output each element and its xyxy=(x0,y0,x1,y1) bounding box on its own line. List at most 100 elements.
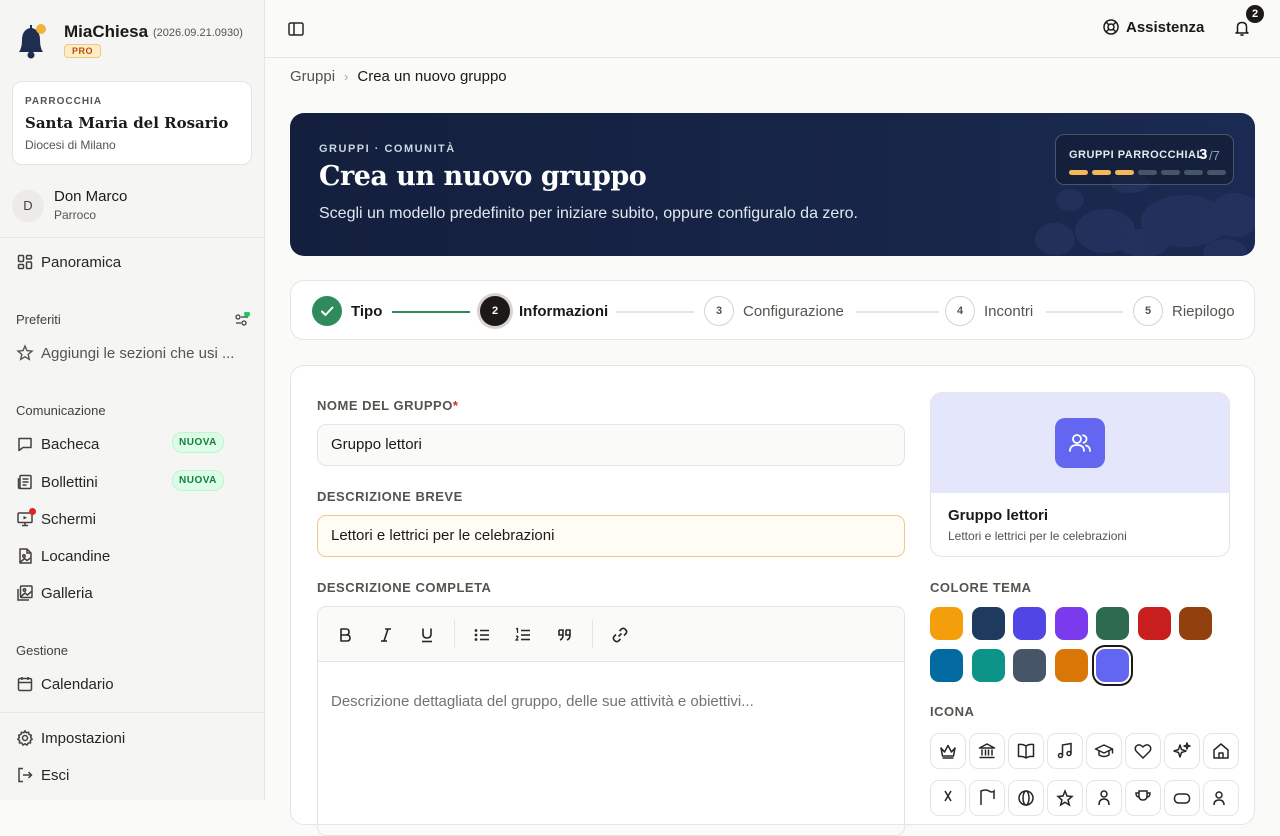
step-connector xyxy=(392,311,470,313)
sidebar-item-calendario[interactable]: Calendario xyxy=(16,672,252,696)
help-label: Assistenza xyxy=(1126,18,1205,36)
wizard-stepper: Tipo 2 Informazioni 3 Configurazione 4 I… xyxy=(290,280,1255,340)
color-swatch[interactable] xyxy=(1096,607,1129,640)
numbered-list-icon[interactable] xyxy=(513,625,533,645)
sidebar-item-label: Panoramica xyxy=(41,253,122,271)
step-label: Incontri xyxy=(984,302,1034,320)
link-icon[interactable] xyxy=(610,625,630,645)
step-informazioni[interactable]: 2 Informazioni xyxy=(480,296,608,326)
hero-kicker: GRUPPI · COMUNITÀ xyxy=(319,143,456,155)
sparkles-icon[interactable] xyxy=(1164,733,1200,769)
rich-text-editor: Descrizione dettagliata del gruppo, dell… xyxy=(317,606,905,836)
sidebar-item-label: Impostazioni xyxy=(41,729,126,747)
quota-segment-used xyxy=(1069,170,1088,175)
color-swatch[interactable] xyxy=(971,607,1005,640)
globe-icon[interactable] xyxy=(1008,780,1044,816)
color-swatch[interactable] xyxy=(1137,607,1171,640)
trophy-icon[interactable] xyxy=(1125,780,1161,816)
bullet-list-icon[interactable] xyxy=(472,625,492,645)
check-icon xyxy=(312,296,342,326)
user-profile[interactable]: D Don Marco Parroco xyxy=(12,186,252,226)
quota-segment-used xyxy=(1115,170,1134,175)
app-version: (2026.09.21.0930) xyxy=(153,27,243,39)
color-swatch[interactable] xyxy=(1054,649,1088,682)
file-image-icon xyxy=(16,547,34,565)
italic-icon[interactable] xyxy=(376,625,396,645)
color-swatch[interactable] xyxy=(930,649,963,682)
breadcrumb-parent[interactable]: Gruppi xyxy=(290,68,335,85)
lifebuoy-icon xyxy=(1103,19,1119,35)
color-swatch[interactable] xyxy=(1054,607,1088,640)
color-swatch[interactable] xyxy=(1013,607,1046,640)
users-outline-icon[interactable] xyxy=(1203,780,1239,816)
quote-icon[interactable] xyxy=(555,625,575,645)
graduation-cap-icon[interactable] xyxy=(1086,733,1122,769)
music-icon[interactable] xyxy=(1047,733,1083,769)
quota-segment-free xyxy=(1207,170,1226,175)
help-button[interactable]: Assistenza xyxy=(1102,18,1204,36)
sidebar-item-bacheca[interactable]: Bacheca NUOVA xyxy=(16,432,252,456)
parish-card[interactable]: PARROCCHIA Santa Maria del Rosario Dioce… xyxy=(12,81,252,165)
sidebar-item-galleria[interactable]: Galleria xyxy=(16,581,252,605)
color-swatch[interactable] xyxy=(930,607,963,640)
color-swatch[interactable] xyxy=(971,649,1005,682)
step-number: 3 xyxy=(704,296,734,326)
breadcrumb: Gruppi › Crea un nuovo gruppo xyxy=(290,68,507,85)
step-connector xyxy=(616,311,694,313)
quota-segment-free xyxy=(1184,170,1203,175)
parish-diocese: Diocesi di Milano xyxy=(25,138,116,152)
chevron-right-icon: › xyxy=(344,69,349,84)
sidebar-item-impostazioni[interactable]: Impostazioni xyxy=(16,726,252,750)
bank-icon[interactable] xyxy=(969,733,1005,769)
customize-favorites-icon[interactable] xyxy=(234,312,250,328)
color-swatch[interactable] xyxy=(1096,649,1129,682)
quota-bar xyxy=(1069,170,1226,175)
monitor-icon xyxy=(16,508,36,528)
breadcrumb-current: Crea un nuovo gruppo xyxy=(357,68,507,85)
step-number: 4 xyxy=(945,296,975,326)
scissors-icon[interactable] xyxy=(930,780,966,816)
short-description-input[interactable]: Lettori e lettrici per le celebrazioni xyxy=(317,515,905,557)
color-swatch[interactable] xyxy=(1013,649,1046,682)
parish-name: Santa Maria del Rosario xyxy=(25,114,229,132)
sidebar-toggle-icon[interactable] xyxy=(287,20,305,38)
sidebar-item-esci[interactable]: Esci xyxy=(16,763,252,787)
preview-name: Gruppo lettori xyxy=(948,507,1048,524)
color-swatch[interactable] xyxy=(1179,607,1212,640)
quota-label: GRUPPI PARROCCHIALI xyxy=(1069,149,1208,161)
underline-icon[interactable] xyxy=(417,625,437,645)
step-connector xyxy=(856,311,939,313)
step-tipo[interactable]: Tipo xyxy=(312,296,382,326)
step-number: 5 xyxy=(1133,296,1163,326)
home-icon[interactable] xyxy=(1203,733,1239,769)
sidebar-item-bollettini[interactable]: Bollettini NUOVA xyxy=(16,470,252,494)
newspaper-icon xyxy=(16,473,34,491)
full-description-placeholder[interactable]: Descrizione dettagliata del gruppo, dell… xyxy=(331,693,754,710)
step-riepilogo[interactable]: 5 Riepilogo xyxy=(1133,296,1235,326)
new-badge: NUOVA xyxy=(172,470,224,491)
bold-icon[interactable] xyxy=(335,625,355,645)
book-icon[interactable] xyxy=(1008,733,1044,769)
sidebar-item-schermi[interactable]: Schermi xyxy=(16,507,252,531)
crown-icon[interactable] xyxy=(930,733,966,769)
brand[interactable]: MiaChiesa (2026.09.21.0930) PRO xyxy=(14,18,254,66)
notifications-button[interactable]: 2 xyxy=(1233,5,1264,37)
group-preview-card: Gruppo lettori Lettori e lettrici per le… xyxy=(930,392,1230,557)
sidebar-item-label: Galleria xyxy=(41,584,93,602)
star-outline-icon[interactable] xyxy=(1047,780,1083,816)
flag-icon[interactable] xyxy=(969,780,1005,816)
gamepad-icon[interactable] xyxy=(1164,780,1200,816)
sidebar-item-locandine[interactable]: Locandine xyxy=(16,544,252,568)
name-label: NOME DEL GRUPPO* xyxy=(317,398,459,413)
step-incontri[interactable]: 4 Incontri xyxy=(945,296,1033,326)
favorites-title: Preferiti xyxy=(16,312,61,327)
step-label: Configurazione xyxy=(743,302,844,320)
group-name-input[interactable]: Gruppo lettori xyxy=(317,424,905,466)
new-badge: NUOVA xyxy=(172,432,224,453)
step-configurazione[interactable]: 3 Configurazione xyxy=(704,296,844,326)
add-favorites-hint[interactable]: Aggiungi le sezioni che usi ... xyxy=(16,341,252,365)
logout-icon xyxy=(16,766,34,784)
person-icon[interactable] xyxy=(1086,780,1122,816)
heart-icon[interactable] xyxy=(1125,733,1161,769)
sidebar-item-panoramica[interactable]: Panoramica xyxy=(16,250,252,274)
